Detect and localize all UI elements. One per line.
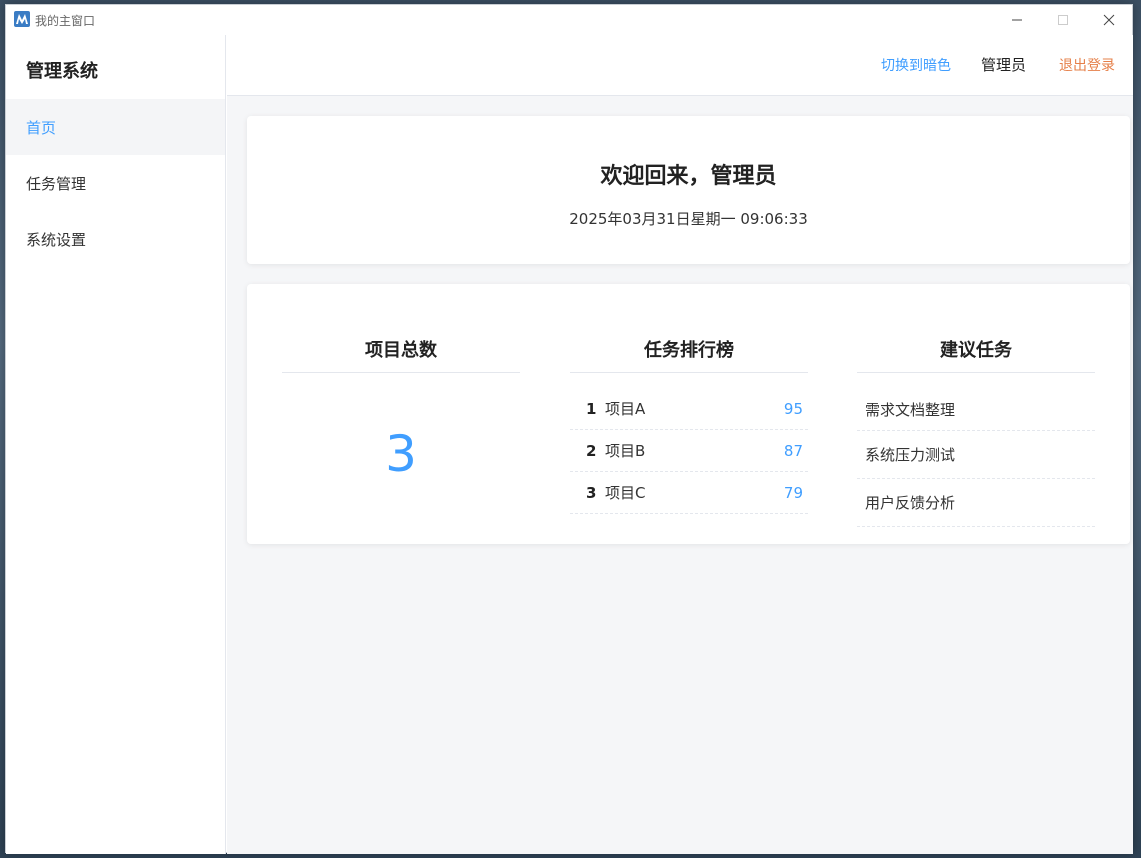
stats-card: 项目总数 3 任务排行榜 1 项目A 95 2 项目B 87 3 项目C 79 … xyxy=(247,284,1130,544)
suggested-tasks-title: 建议任务 xyxy=(857,336,1095,373)
suggested-tasks-list: 需求文档整理 系统压力测试 用户反馈分析 xyxy=(857,388,1095,527)
maximize-icon xyxy=(1058,15,1068,25)
current-datetime: 2025年03月31日星期一 09:06:33 xyxy=(569,210,808,228)
close-icon xyxy=(1103,14,1115,26)
suggested-task-item[interactable]: 系统压力测试 xyxy=(857,431,1095,479)
rank-number: 1 xyxy=(586,399,597,418)
sidebar-item-task-management[interactable]: 任务管理 xyxy=(6,155,225,211)
minimize-icon xyxy=(1012,19,1022,21)
ranking-row[interactable]: 3 项目C 79 xyxy=(570,472,808,514)
close-button[interactable] xyxy=(1086,5,1132,35)
sidebar-item-system-settings[interactable]: 系统设置 xyxy=(6,211,225,267)
theme-toggle-link[interactable]: 切换到暗色 xyxy=(881,55,951,75)
current-user-name: 管理员 xyxy=(981,56,1027,74)
ranking-row[interactable]: 1 项目A 95 xyxy=(570,388,808,430)
welcome-card: 欢迎回来，管理员 2025年03月31日星期一 09:06:33 xyxy=(247,116,1130,264)
minimize-button[interactable] xyxy=(994,5,1040,35)
suggested-task-item[interactable]: 用户反馈分析 xyxy=(857,479,1095,527)
rank-number: 2 xyxy=(586,441,597,460)
ranking-row[interactable]: 2 项目B 87 xyxy=(570,430,808,472)
welcome-title: 欢迎回来，管理员 xyxy=(600,164,777,189)
window-title: 我的主窗口 xyxy=(35,14,96,28)
project-total-panel: 项目总数 3 xyxy=(282,336,520,483)
top-header: 切换到暗色 管理员 退出登录 xyxy=(227,35,1133,96)
sidebar: 管理系统 首页 任务管理 系统设置 xyxy=(6,35,226,854)
task-ranking-panel: 任务排行榜 1 项目A 95 2 项目B 87 3 项目C 79 xyxy=(570,336,808,514)
rank-score: 95 xyxy=(783,399,803,418)
maximize-button[interactable] xyxy=(1040,5,1086,35)
rank-project-name: 项目B xyxy=(605,442,646,460)
suggested-tasks-panel: 建议任务 需求文档整理 系统压力测试 用户反馈分析 xyxy=(857,336,1095,527)
rank-score: 87 xyxy=(783,441,803,460)
app-logo-icon xyxy=(14,11,30,27)
task-ranking-title: 任务排行榜 xyxy=(570,336,808,373)
sidebar-item-home[interactable]: 首页 xyxy=(6,99,225,155)
project-total-value: 3 xyxy=(385,425,417,483)
suggested-task-item[interactable]: 需求文档整理 xyxy=(857,388,1095,431)
ranking-list: 1 项目A 95 2 项目B 87 3 项目C 79 xyxy=(570,388,808,514)
rank-project-name: 项目A xyxy=(605,400,646,418)
app-window: 我的主窗口 管理系统 首页 任务管理 系统设置 切换到暗色 管理员 退出登录 欢… xyxy=(5,4,1133,854)
brand-title: 管理系统 xyxy=(26,61,98,82)
rank-number: 3 xyxy=(586,483,597,502)
title-bar[interactable]: 我的主窗口 xyxy=(6,5,1132,35)
project-total-title: 项目总数 xyxy=(282,336,520,373)
logout-link[interactable]: 退出登录 xyxy=(1059,55,1115,75)
main-content: 切换到暗色 管理员 退出登录 欢迎回来，管理员 2025年03月31日星期一 0… xyxy=(227,35,1133,854)
rank-project-name: 项目C xyxy=(605,484,646,502)
rank-score: 79 xyxy=(783,483,803,502)
